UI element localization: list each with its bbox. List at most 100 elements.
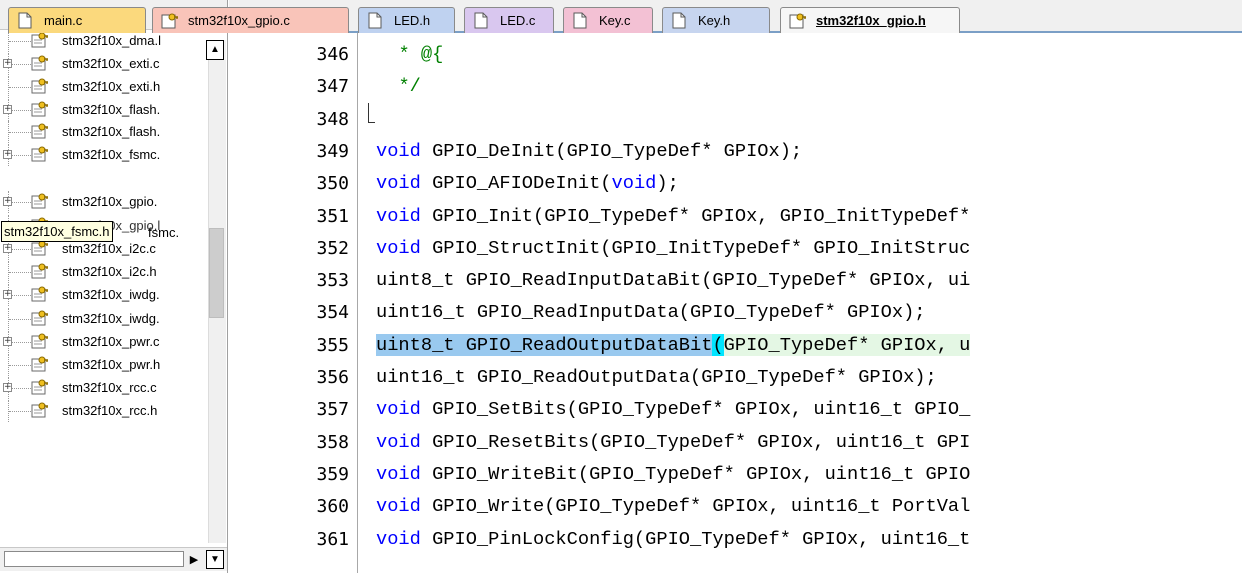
tab-key-c[interactable]: Key.c xyxy=(563,7,653,33)
keyword-token: void xyxy=(376,398,421,421)
expand-icon[interactable]: + xyxy=(3,197,12,206)
comment-token: */ xyxy=(398,75,421,98)
tab-label: Key.h xyxy=(698,13,731,28)
header-file-key-icon xyxy=(31,310,49,326)
tree-item[interactable]: + stm32f10x_gpio. xyxy=(0,191,208,213)
tree-item[interactable]: + stm32f10x_pwr.c xyxy=(0,331,208,353)
vertical-scroll-thumb[interactable] xyxy=(209,228,224,318)
expand-icon[interactable]: + xyxy=(3,105,12,114)
fold-marker[interactable] xyxy=(368,122,375,123)
line-number: 361 xyxy=(316,528,349,550)
tree-item[interactable]: stm32f10x_iwdg. xyxy=(0,308,208,330)
header-file-key-icon xyxy=(31,379,49,395)
tree-item[interactable]: + stm32f10x_fsmc. xyxy=(0,144,208,166)
expand-icon[interactable]: + xyxy=(3,59,12,68)
tab-label: stm32f10x_gpio.c xyxy=(188,13,290,28)
code-line[interactable]: * @{ xyxy=(376,43,443,65)
code-line[interactable]: uint16_t GPIO_ReadInputData(GPIO_TypeDef… xyxy=(376,301,926,323)
fold-guide xyxy=(368,103,369,123)
expand-icon[interactable]: + xyxy=(3,337,12,346)
line-number: 352 xyxy=(316,237,349,259)
code-line[interactable]: void GPIO_SetBits(GPIO_TypeDef* GPIOx, u… xyxy=(376,398,970,420)
tree-item[interactable]: + stm32f10x_iwdg. xyxy=(0,284,208,306)
comment-token: * @{ xyxy=(398,43,444,65)
tab-label: LED.h xyxy=(394,13,431,28)
line-number: 355 xyxy=(316,334,349,356)
code-token: GPIO_Init(GPIO_TypeDef* GPIOx, GPIO_Init… xyxy=(420,204,971,227)
line-number: 347 xyxy=(316,76,349,98)
header-file-key-icon xyxy=(31,78,49,94)
line-number: 354 xyxy=(316,302,349,324)
code-line[interactable]: void GPIO_StructInit(GPIO_InitTypeDef* G… xyxy=(376,237,970,259)
tab-main-c[interactable]: main.c xyxy=(8,7,146,33)
tree-guide-line xyxy=(9,132,31,133)
code-line[interactable]: void GPIO_PinLockConfig(GPIO_TypeDef* GP… xyxy=(376,528,970,550)
code-token: GPIO_TypeDef* GPIOx, u xyxy=(723,333,971,356)
tree-item-label: stm32f10x_i2c.h xyxy=(62,264,157,279)
project-panel: ᵽ x stm32f10x_dma.l+ stm32f10x_exti.c st… xyxy=(0,0,228,573)
tree-guide-line xyxy=(9,202,31,203)
code-line[interactable]: void GPIO_Write(GPIO_TypeDef* GPIOx, uin… xyxy=(376,495,970,517)
tab-stm32f10x-gpio-h[interactable]: stm32f10x_gpio.h xyxy=(780,7,960,33)
keyword-token: void xyxy=(376,462,421,485)
tab-key-h[interactable]: Key.h xyxy=(662,7,770,33)
expand-icon[interactable]: + xyxy=(3,150,12,159)
tree-item[interactable]: stm32f10x_dma.l xyxy=(0,30,208,52)
tree-item[interactable]: + stm32f10x_rcc.c xyxy=(0,377,208,399)
expand-icon[interactable]: + xyxy=(3,383,12,392)
tree-guide-line xyxy=(9,110,31,111)
code-line[interactable]: */ xyxy=(376,75,421,98)
tree-item[interactable]: + stm32f10x_exti.c xyxy=(0,53,208,75)
code-line[interactable]: void GPIO_WriteBit(GPIO_TypeDef* GPIOx, … xyxy=(376,463,970,485)
tab-stm32f10x-gpio-c[interactable]: stm32f10x_gpio.c xyxy=(152,7,349,33)
tree-item[interactable]: stm32f10x_exti.h xyxy=(0,76,208,98)
code-line[interactable]: uint8_t GPIO_ReadInputDataBit(GPIO_TypeD… xyxy=(376,269,970,291)
header-file-key-icon xyxy=(31,193,49,209)
keyword-token: void xyxy=(376,527,421,550)
scroll-right-button[interactable]: ▶ xyxy=(186,552,202,568)
expand-icon[interactable]: + xyxy=(3,244,12,253)
tree-item[interactable]: + stm32f10x_flash. xyxy=(0,99,208,121)
tree-item-label: stm32f10x_pwr.c xyxy=(62,334,160,349)
tree-item-label: stm32f10x_flash. xyxy=(62,102,161,117)
code-line[interactable]: void GPIO_ResetBits(GPIO_TypeDef* GPIOx,… xyxy=(376,431,970,453)
code-token: uint8_t GPIO_ReadInputDataBit(GPIO_TypeD… xyxy=(376,269,971,292)
tab-led-h[interactable]: LED.h xyxy=(358,7,455,33)
code-line[interactable]: uint8_t GPIO_ReadOutputDataBit(GPIO_Type… xyxy=(376,333,971,356)
keyword-token: void xyxy=(376,430,421,453)
code-line[interactable]: void GPIO_Init(GPIO_TypeDef* GPIOx, GPIO… xyxy=(376,205,970,227)
tab-led-c[interactable]: LED.c xyxy=(464,7,554,33)
tree-guide-line xyxy=(9,87,31,88)
code-line[interactable]: void GPIO_DeInit(GPIO_TypeDef* GPIOx); xyxy=(376,140,802,162)
header-file-key-icon xyxy=(31,55,49,71)
scroll-down-button[interactable]: ▼ xyxy=(206,550,224,569)
horizontal-scroll-thumb[interactable] xyxy=(4,551,184,567)
code-token: GPIO_PinLockConfig(GPIO_TypeDef* GPIOx, … xyxy=(420,527,971,550)
code-editor[interactable]: 346 347 348 349 350 351 352 353 354 355 356 357 358 3… xyxy=(229,33,1242,573)
tree-item[interactable]: stm32f10x_flash. xyxy=(0,121,208,143)
keyword-token: void xyxy=(376,495,421,518)
line-number: 351 xyxy=(316,205,349,227)
keyword-token: void xyxy=(376,204,421,227)
code-token: GPIO_AFIODeInit( xyxy=(420,172,612,195)
code-line[interactable]: void GPIO_AFIODeInit(void); xyxy=(376,172,679,194)
tab-label: main.c xyxy=(44,13,83,28)
header-file-key-icon xyxy=(31,333,49,349)
tree-item-label: stm32f10x_rcc.h xyxy=(62,403,158,418)
code-token: uint16_t GPIO_ReadOutputData(GPIO_TypeDe… xyxy=(376,366,937,388)
tree-item-label: stm32f10x_dma.l xyxy=(62,33,161,48)
scroll-up-button[interactable]: ▲ xyxy=(206,40,224,60)
tree-item[interactable]: stm32f10x_i2c.h xyxy=(0,261,208,283)
expand-icon[interactable]: + xyxy=(3,290,12,299)
code-line[interactable]: uint16_t GPIO_ReadOutputData(GPIO_TypeDe… xyxy=(376,366,937,388)
tree-item[interactable]: stm32f10x_pwr.h xyxy=(0,354,208,376)
keyword-token: void xyxy=(376,236,421,259)
tree-guide-line xyxy=(9,249,31,250)
tree-item[interactable]: stm32f10x_rcc.h xyxy=(0,400,208,422)
header-file-key-icon xyxy=(31,356,49,372)
tree-item-label: stm32f10x_exti.c xyxy=(62,56,160,71)
line-number: 358 xyxy=(316,431,349,453)
file-tree: stm32f10x_dma.l + stm32f10x_exti.c stm32f… xyxy=(0,0,208,513)
file-icon xyxy=(17,12,33,29)
